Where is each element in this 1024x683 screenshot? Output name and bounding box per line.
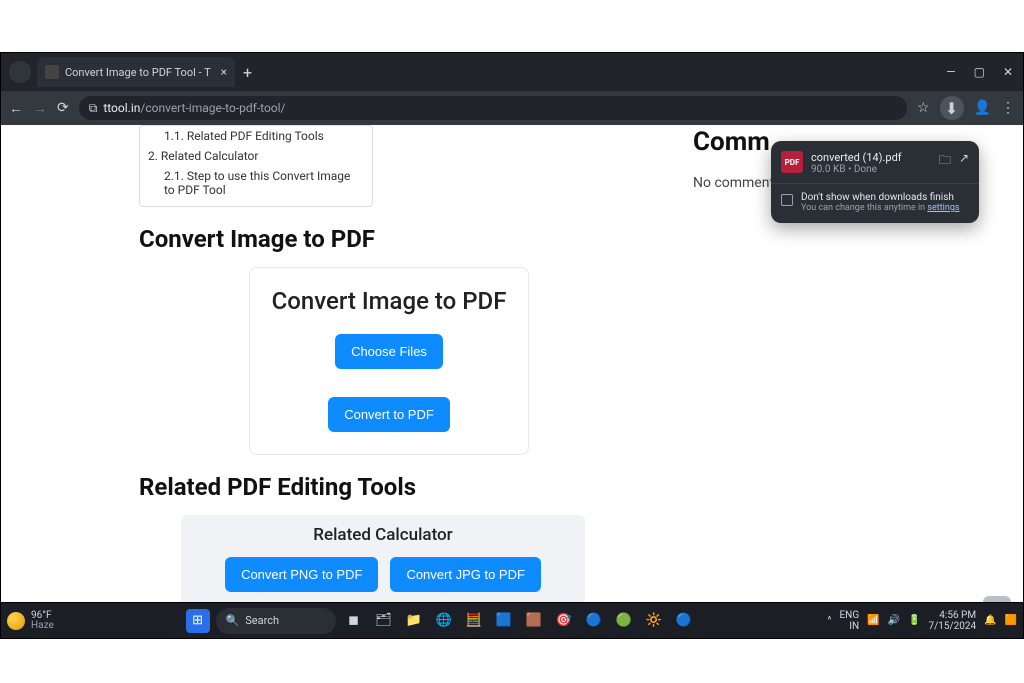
toc-item[interactable]: 2.1. Step to use this Convert Image to P… [148, 166, 364, 200]
battery-icon[interactable]: 🔋 [908, 615, 920, 626]
taskbar-app-icon[interactable]: 🔆 [642, 609, 666, 633]
start-button[interactable]: ⊞ [186, 609, 210, 633]
related-calculator-title: Related Calculator [193, 525, 573, 545]
url-host: ttool.in [103, 101, 140, 115]
new-tab-button[interactable]: + [243, 63, 252, 82]
weather-temp: 96°F [31, 611, 54, 621]
taskbar-app-icon[interactable]: 📁 [402, 609, 426, 633]
address-bar[interactable]: ⧉ ttool.in/convert-image-to-pdf-tool/ [79, 96, 907, 120]
taskbar-app-icon[interactable]: ◼ [342, 609, 366, 633]
taskbar-app-icon[interactable]: 🌐 [432, 609, 456, 633]
search-icon: 🔍 [226, 614, 240, 627]
show-in-folder-icon[interactable]: 🗀 [939, 151, 951, 175]
windows-taskbar: 96°F Haze ⊞ 🔍Search ◼ 🗂 📁 🌐 🧮 🟦 🟫 🎯 🔵 🟢 … [1, 602, 1023, 638]
nav-back-icon[interactable]: ← [9, 100, 23, 117]
browser-titlebar: Convert Image to PDF Tool - T × + — ▢ ✕ [1, 53, 1023, 91]
download-option: Don't show when downloads finish You can… [771, 183, 979, 223]
taskbar-app-icon[interactable]: 🟢 [612, 609, 636, 633]
nav-reload-icon[interactable]: ⟳ [57, 100, 69, 116]
page-main: 1.1. Related PDF Editing Tools 2. Relate… [1, 125, 667, 638]
download-item[interactable]: PDF converted (14).pdf 90.0 KB • Done 🗀 … [771, 141, 979, 183]
browser-menu-icon[interactable]: ⋮ [1001, 100, 1015, 116]
profile-dot [9, 61, 31, 83]
toc-item[interactable]: 2. Related Calculator [148, 146, 364, 166]
taskbar-app-icon[interactable]: 🎯 [552, 609, 576, 633]
convert-card: Convert Image to PDF Choose Files Conver… [249, 267, 529, 455]
tab-title: Convert Image to PDF Tool - T [65, 66, 211, 79]
notifications-icon[interactable]: 🔔 [984, 615, 996, 626]
taskbar-app-icon[interactable]: 🟦 [492, 609, 516, 633]
convert-to-pdf-button[interactable]: Convert to PDF [328, 397, 450, 432]
profile-icon[interactable]: 👤 [974, 100, 991, 116]
language-indicator[interactable]: ENG IN [840, 610, 860, 632]
tab-close-icon[interactable]: × [221, 65, 227, 79]
convert-png-button[interactable]: Convert PNG to PDF [225, 557, 378, 592]
nav-forward-icon[interactable]: → [33, 100, 47, 117]
settings-link[interactable]: settings [927, 203, 959, 213]
taskbar-app-icon[interactable]: 🗂 [372, 609, 396, 633]
dont-show-checkbox[interactable] [781, 194, 793, 206]
downloads-popup: PDF converted (14).pdf 90.0 KB • Done 🗀 … [771, 141, 979, 223]
window-maximize-icon[interactable]: ▢ [974, 65, 985, 79]
download-option-sub: You can change this anytime in settings [801, 203, 960, 213]
card-title: Convert Image to PDF [264, 286, 514, 316]
browser-toolbar: ← → ⟳ ⧉ ttool.in/convert-image-to-pdf-to… [1, 91, 1023, 125]
wifi-icon[interactable]: 📶 [867, 615, 879, 626]
open-external-icon[interactable]: ↗ [959, 151, 969, 175]
taskbar-app-icon[interactable]: 🟫 [522, 609, 546, 633]
download-option-label: Don't show when downloads finish [801, 192, 960, 203]
convert-jpg-button[interactable]: Convert JPG to PDF [390, 557, 540, 592]
toc-item[interactable]: 1.1. Related PDF Editing Tools [148, 126, 364, 146]
downloads-icon[interactable]: ⬇ [940, 96, 964, 120]
taskbar-search[interactable]: 🔍Search [216, 608, 336, 634]
volume-icon[interactable]: 🔊 [888, 615, 900, 626]
taskbar-app-icon[interactable]: 🔵 [582, 609, 606, 633]
url-path: /convert-image-to-pdf-tool/ [140, 101, 285, 115]
taskbar-app-icon[interactable]: 🧮 [462, 609, 486, 633]
window-close-icon[interactable]: ✕ [1003, 65, 1013, 79]
pdf-file-icon: PDF [781, 151, 803, 173]
bookmark-star-icon[interactable]: ☆ [917, 100, 930, 116]
browser-tab[interactable]: Convert Image to PDF Tool - T × [37, 57, 235, 87]
tray-chevron-icon[interactable]: ^ [827, 615, 831, 626]
tab-favicon [45, 65, 59, 79]
choose-files-button[interactable]: Choose Files [335, 334, 443, 369]
weather-desc: Haze [31, 621, 54, 631]
taskbar-app-icon[interactable]: 🔵 [672, 609, 696, 633]
window-minimize-icon[interactable]: — [946, 65, 955, 79]
heading-convert: Convert Image to PDF [139, 225, 667, 253]
related-calculator-card: Related Calculator Convert PNG to PDF Co… [181, 515, 585, 608]
weather-widget[interactable]: 96°F Haze [7, 611, 54, 631]
table-of-contents: 1.1. Related PDF Editing Tools 2. Relate… [139, 125, 373, 207]
tray-extra-icon[interactable]: 🟧 [1005, 615, 1017, 626]
heading-related-tools: Related PDF Editing Tools [139, 473, 667, 501]
clock[interactable]: 4:56 PM 7/15/2024 [929, 610, 977, 632]
site-info-icon[interactable]: ⧉ [89, 101, 98, 116]
system-tray: ^ ENG IN 📶 🔊 🔋 4:56 PM 7/15/2024 🔔 🟧 [827, 610, 1017, 632]
weather-icon [7, 612, 25, 630]
download-meta: 90.0 KB • Done [811, 164, 931, 175]
download-filename: converted (14).pdf [811, 151, 931, 164]
